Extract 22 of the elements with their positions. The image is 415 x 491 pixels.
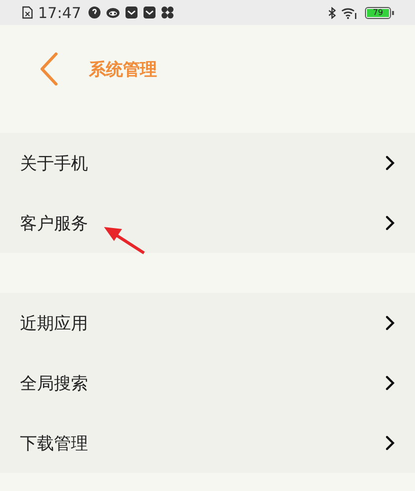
wifi-icon [341, 6, 357, 18]
mail-icon [143, 6, 156, 19]
battery-percent: 79 [372, 8, 384, 16]
chevron-icon [385, 315, 395, 331]
notification-icon [88, 6, 102, 19]
notification-icon [106, 6, 120, 19]
fan-icon [161, 6, 174, 19]
back-icon [39, 52, 59, 86]
settings-item[interactable]: 关于手机 [0, 133, 415, 193]
bluetooth-icon [328, 6, 336, 18]
settings-item[interactable]: 全局搜索 [0, 353, 415, 413]
file-icon [22, 6, 33, 19]
status-time: 17:47 [38, 4, 82, 22]
chevron-icon [385, 375, 395, 391]
settings-item[interactable]: 客户服务 [0, 193, 415, 253]
chevron-icon [385, 435, 395, 451]
page-title: 系统管理 [89, 58, 157, 80]
mail-icon [125, 6, 138, 19]
settings-item[interactable]: 近期应用 [0, 293, 415, 353]
chevron-icon [385, 155, 395, 171]
settings-item[interactable]: 下载管理 [0, 413, 415, 473]
chevron-icon [385, 215, 395, 231]
